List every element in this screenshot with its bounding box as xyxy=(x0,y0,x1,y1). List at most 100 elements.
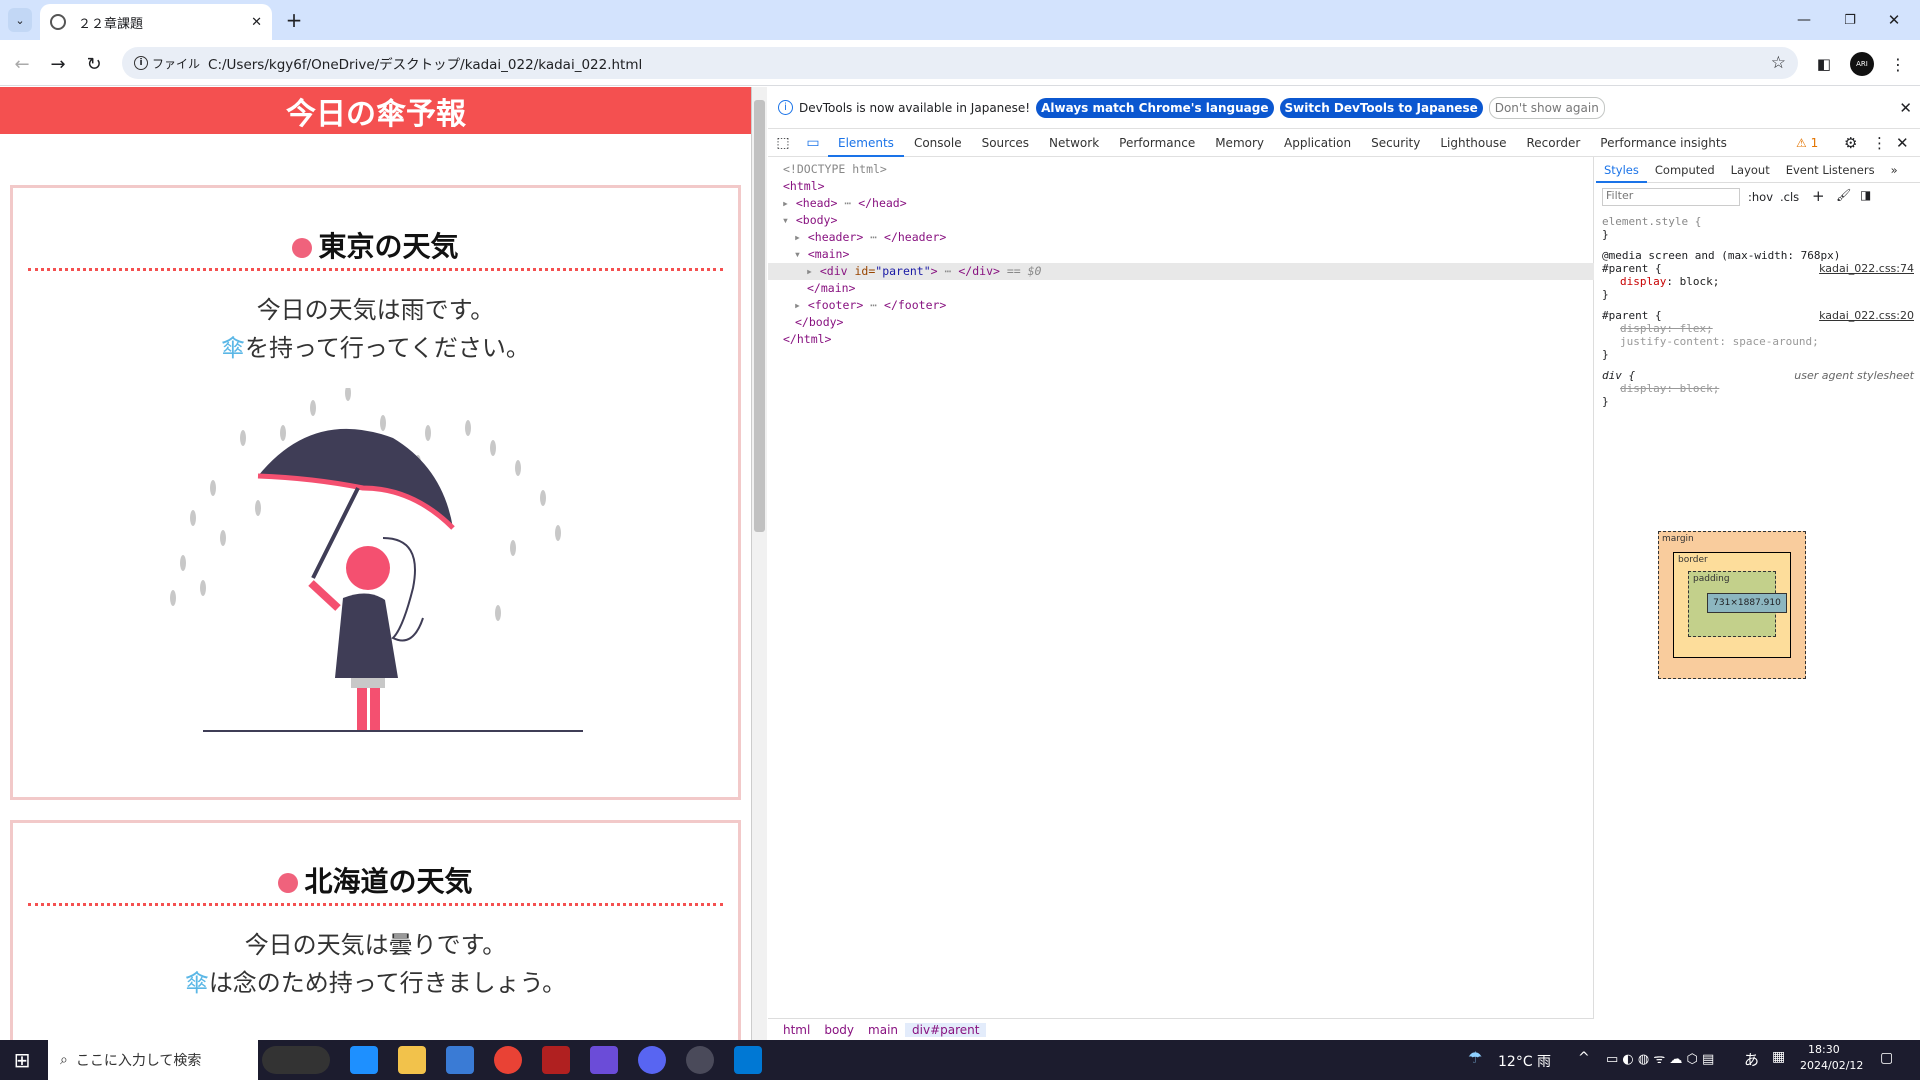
info-icon: i xyxy=(778,100,793,115)
new-tab-button[interactable]: + xyxy=(282,8,306,32)
tray-system-icons[interactable]: ▭ ◐ ◍ ᯤ ☁ ⬡ ▤ xyxy=(1606,1049,1714,1067)
app-red-icon[interactable] xyxy=(542,1046,570,1074)
devtools-close-icon[interactable]: ✕ xyxy=(1896,134,1909,152)
inspect-element-icon[interactable]: ⬚ xyxy=(768,129,798,157)
address-bar[interactable]: i ファイル C:/Users/kgy6f/OneDrive/デスクトップ/ka… xyxy=(122,47,1798,79)
devtools-menu-icon[interactable]: ⋮ xyxy=(1872,134,1887,152)
ime-indicator[interactable]: あ xyxy=(1744,1049,1759,1070)
close-tab-icon[interactable]: ✕ xyxy=(251,15,262,30)
rule1-declaration[interactable]: display: block; xyxy=(1602,275,1914,288)
rule1-source-link[interactable]: kadai_022.css:74 xyxy=(1819,262,1914,275)
tab-security[interactable]: Security xyxy=(1361,129,1430,157)
minimize-icon[interactable]: — xyxy=(1792,10,1816,30)
dom-div-parent-selected[interactable]: ▸ <div id="parent"> ⋯ </div> == $0 xyxy=(768,263,1594,280)
toggle-sidebar-icon[interactable]: ◨ xyxy=(1860,188,1871,202)
tab-performance-insights[interactable]: Performance insights xyxy=(1590,129,1737,157)
clipchamp-icon[interactable] xyxy=(590,1046,618,1074)
weather-icon[interactable]: ☂ xyxy=(1468,1048,1482,1067)
dom-body-close[interactable]: </body> xyxy=(795,314,843,331)
hov-toggle[interactable]: :hov xyxy=(1748,190,1773,204)
ms-store-icon[interactable] xyxy=(446,1046,474,1074)
back-icon[interactable]: ← xyxy=(10,52,34,76)
dom-header[interactable]: ▸ <header> ⋯ </header> xyxy=(794,229,946,246)
infobar-close-icon[interactable]: ✕ xyxy=(1899,99,1912,117)
url-text[interactable]: C:/Users/kgy6f/OneDrive/デスクトップ/kadai_022… xyxy=(208,53,1763,73)
element-style-rule[interactable]: element.style { xyxy=(1602,215,1914,228)
mail-app-icon[interactable] xyxy=(350,1046,378,1074)
file-explorer-icon[interactable] xyxy=(398,1046,426,1074)
rule2-declaration-justify[interactable]: justify-content: space-around; xyxy=(1602,335,1914,348)
settings-gear-icon[interactable]: ⚙ xyxy=(1844,134,1857,152)
dom-head[interactable]: ▸ <head> ⋯ </head> xyxy=(782,195,907,212)
card-text-line2: 傘を持って行ってください。 xyxy=(221,334,530,362)
dotted-divider xyxy=(28,268,723,271)
rule2-declaration-display[interactable]: display: flex; xyxy=(1602,322,1914,335)
restore-icon[interactable]: ❐ xyxy=(1838,10,1862,30)
reload-icon[interactable]: ↻ xyxy=(82,52,106,76)
site-title: 今日の傘予報 xyxy=(286,96,466,132)
bookmark-star-icon[interactable]: ☆ xyxy=(1771,53,1786,73)
taskbar-search-box[interactable]: ⌕ ここに入力して検索 xyxy=(48,1040,258,1080)
always-match-language-button[interactable]: Always match Chrome's language xyxy=(1036,97,1274,118)
tab-elements[interactable]: Elements xyxy=(828,129,904,157)
tab-lighthouse[interactable]: Lighthouse xyxy=(1430,129,1516,157)
dom-body[interactable]: ▾ <body> xyxy=(782,212,837,229)
dom-html-close[interactable]: </html> xyxy=(783,331,831,348)
box-model-content-size[interactable]: 731×1887.910 xyxy=(1707,593,1787,613)
dom-main[interactable]: ▾ <main> xyxy=(794,246,849,263)
crumb-div-parent[interactable]: div#parent xyxy=(905,1022,987,1037)
clock-time[interactable]: 18:30 xyxy=(1808,1043,1840,1056)
clock-date[interactable]: 2024/02/12 xyxy=(1800,1059,1863,1072)
dom-html[interactable]: <html> xyxy=(783,178,825,195)
site-info-chip[interactable]: i ファイル xyxy=(134,55,200,72)
window-close-icon[interactable]: ✕ xyxy=(1882,10,1906,30)
tab-styles[interactable]: Styles xyxy=(1596,157,1647,183)
tab-search-icon[interactable]: ⌄ xyxy=(8,8,32,32)
crumb-body[interactable]: body xyxy=(817,1023,861,1037)
device-toolbar-icon[interactable]: ▭ xyxy=(798,129,828,157)
notification-icon[interactable]: ▢ xyxy=(1880,1050,1893,1066)
forward-icon[interactable]: → xyxy=(46,52,70,76)
tab-console[interactable]: Console xyxy=(904,129,972,157)
switch-devtools-japanese-button[interactable]: Switch DevTools to Japanese xyxy=(1279,97,1483,118)
paint-icon[interactable]: 🖌 xyxy=(1836,188,1851,202)
warning-icon[interactable]: ⚠ 1 xyxy=(1796,136,1818,150)
crumb-html[interactable]: html xyxy=(776,1023,817,1037)
page-scrollbar-thumb[interactable] xyxy=(754,100,765,532)
tab-sources[interactable]: Sources xyxy=(972,129,1039,157)
tab-memory[interactable]: Memory xyxy=(1205,129,1274,157)
chrome-active-icon[interactable] xyxy=(686,1046,714,1074)
ime-pad-icon[interactable]: ▦ xyxy=(1772,1049,1785,1065)
dom-footer[interactable]: ▸ <footer> ⋯ </footer> xyxy=(794,297,946,314)
more-tabs-icon[interactable]: » xyxy=(1883,157,1906,183)
new-rule-icon[interactable]: + xyxy=(1812,187,1825,205)
bullet-dot-icon xyxy=(292,238,313,258)
tab-network[interactable]: Network xyxy=(1039,129,1109,157)
menu-kebab-icon[interactable]: ⋮ xyxy=(1886,52,1910,76)
side-panel-icon[interactable]: ◧ xyxy=(1812,52,1836,76)
tab-performance[interactable]: Performance xyxy=(1109,129,1205,157)
dont-show-again-button[interactable]: Don't show again xyxy=(1488,96,1605,119)
tab-computed[interactable]: Computed xyxy=(1647,157,1723,183)
profile-avatar[interactable]: ARI xyxy=(1850,52,1874,76)
tray-chevron-icon[interactable]: ^ xyxy=(1578,1050,1590,1066)
styles-filter-input[interactable]: Filter xyxy=(1602,188,1740,206)
copilot-icon[interactable] xyxy=(262,1046,330,1074)
browser-tab[interactable]: ２２章課題 ✕ xyxy=(40,4,272,40)
dom-main-close[interactable]: </main> xyxy=(807,280,855,297)
windows-start-icon[interactable]: ⊞ xyxy=(10,1048,34,1072)
weather-text[interactable]: 12°C 雨 xyxy=(1498,1051,1551,1071)
rule2-source-link[interactable]: kadai_022.css:20 xyxy=(1819,309,1914,322)
chrome-icon[interactable] xyxy=(494,1046,522,1074)
tab-application[interactable]: Application xyxy=(1274,129,1361,157)
discord-icon[interactable] xyxy=(638,1046,666,1074)
dom-doctype[interactable]: <!DOCTYPE html> xyxy=(783,161,887,178)
cls-toggle[interactable]: .cls xyxy=(1780,190,1799,204)
tab-event-listeners[interactable]: Event Listeners xyxy=(1778,157,1883,183)
tab-layout[interactable]: Layout xyxy=(1723,157,1778,183)
tab-recorder[interactable]: Recorder xyxy=(1517,129,1591,157)
box-model-padding-label: padding xyxy=(1693,574,1730,584)
rule3-declaration[interactable]: display: block; xyxy=(1602,382,1914,395)
crumb-main[interactable]: main xyxy=(861,1023,905,1037)
vscode-icon[interactable] xyxy=(734,1046,762,1074)
